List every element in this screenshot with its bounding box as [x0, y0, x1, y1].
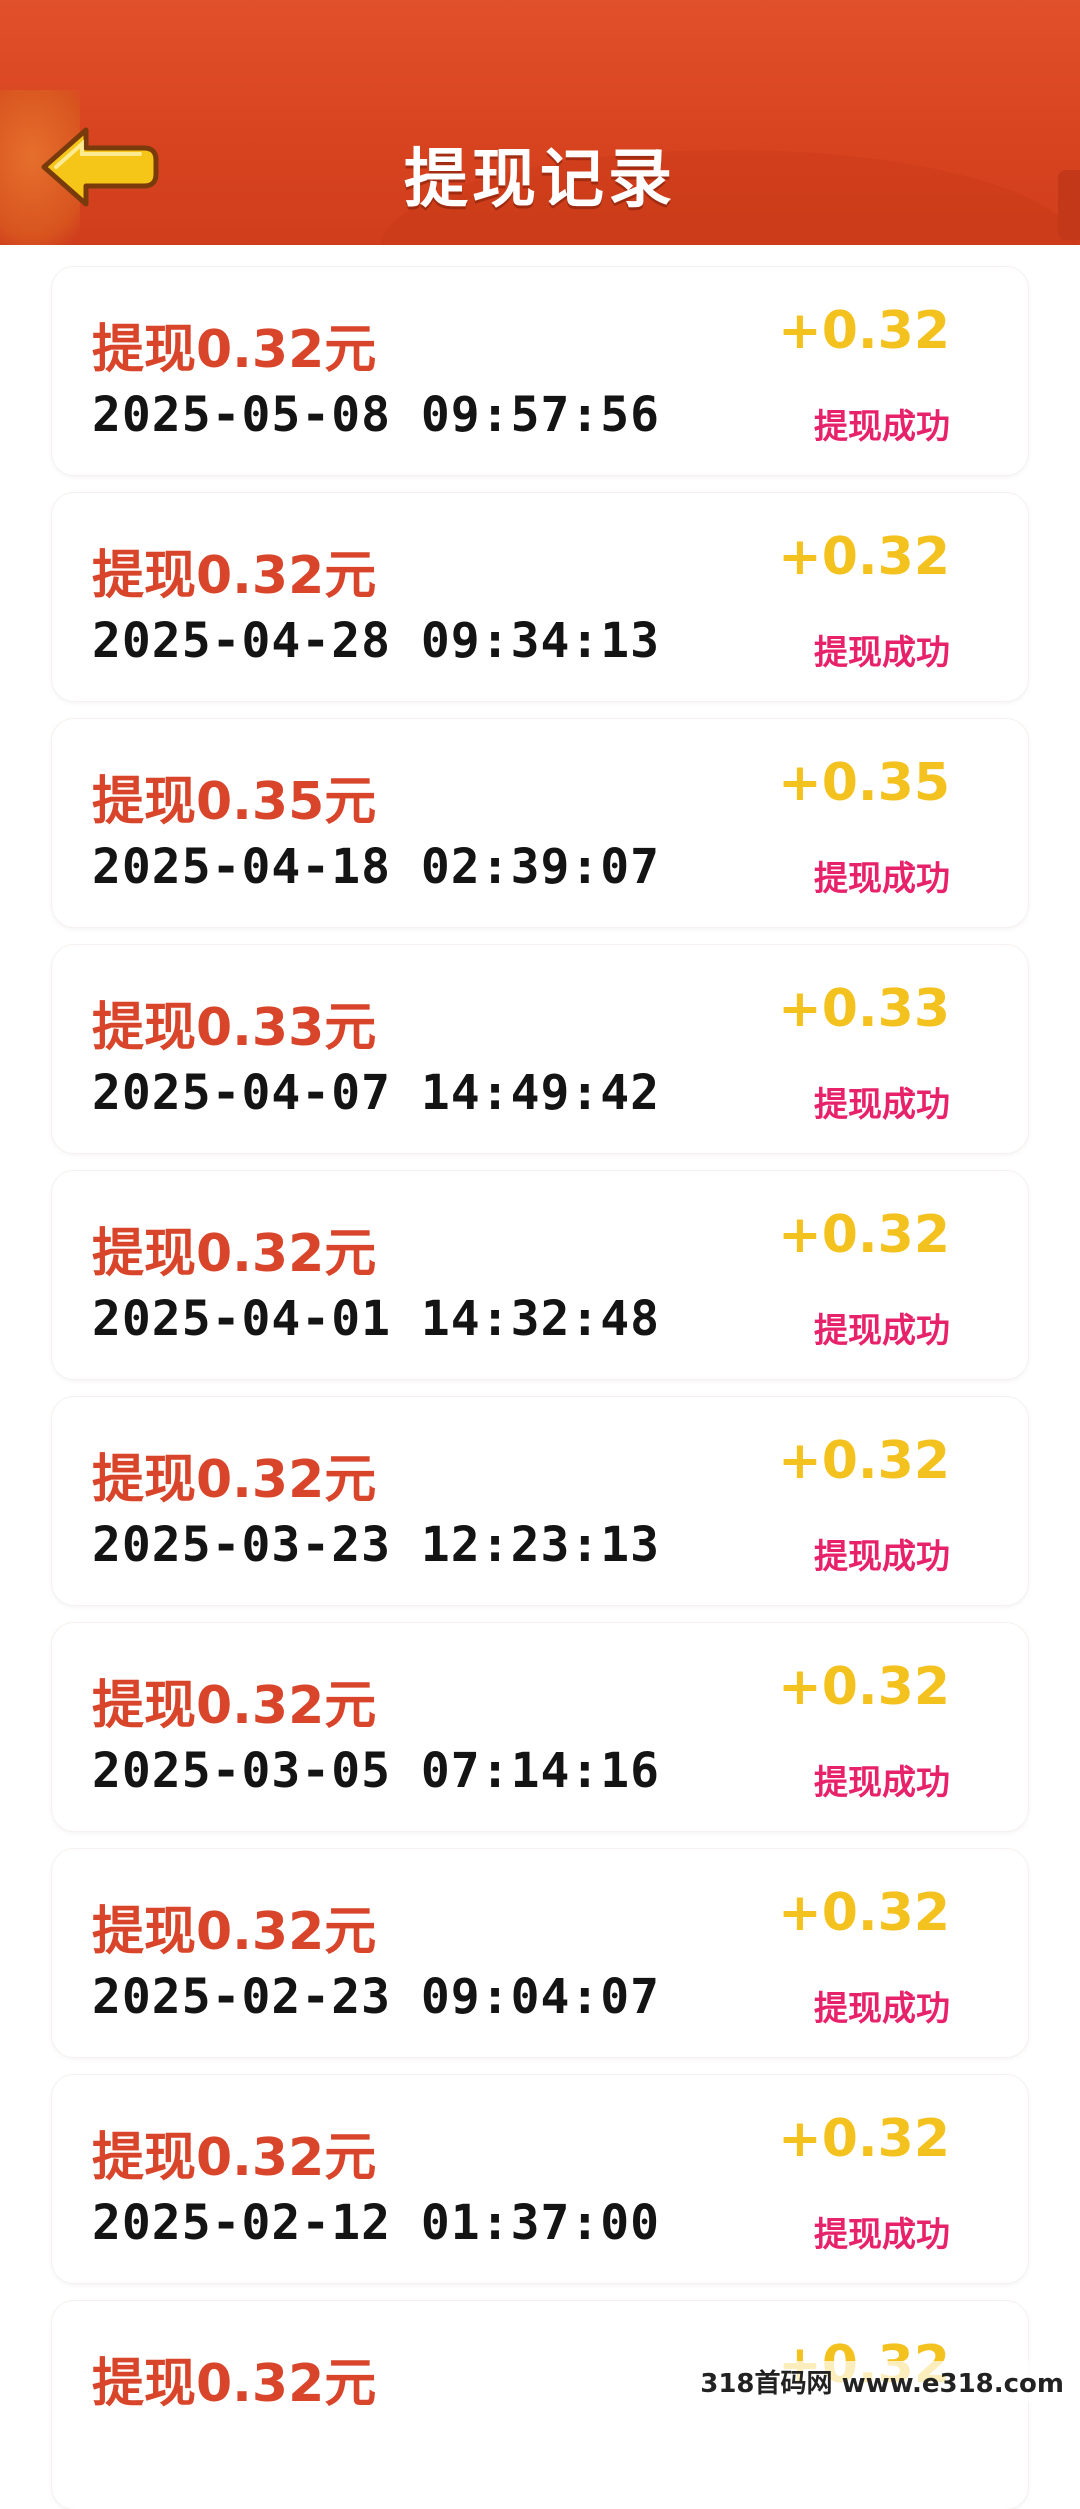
page-title: 提现记录 — [404, 143, 676, 217]
record-amount: +0.32 — [778, 1657, 950, 1717]
record-status: 提现成功 — [814, 859, 950, 899]
record-title: 提现0.35元 — [92, 772, 377, 832]
record-card[interactable]: 提现0.32元 2025-03-23 12:23:13 +0.32 提现成功 — [52, 1397, 1028, 1605]
record-status: 提现成功 — [814, 633, 950, 673]
record-card[interactable]: 提现0.32元 +0.32 — [52, 2301, 1028, 2509]
record-card[interactable]: 提现0.32元 2025-04-28 09:34:13 +0.32 提现成功 — [52, 493, 1028, 701]
record-datetime: 2025-04-07 14:49:42 — [92, 1065, 661, 1121]
record-status: 提现成功 — [814, 1989, 950, 2029]
record-card[interactable]: 提现0.32元 2025-02-12 01:37:00 +0.32 提现成功 — [52, 2075, 1028, 2283]
record-amount: +0.32 — [778, 1205, 950, 1265]
record-amount: +0.35 — [778, 753, 950, 813]
record-title: 提现0.32元 — [92, 320, 377, 380]
record-card[interactable]: 提现0.32元 2025-04-01 14:32:48 +0.32 提现成功 — [52, 1171, 1028, 1379]
record-datetime: 2025-03-05 07:14:16 — [92, 1743, 661, 1799]
record-status: 提现成功 — [814, 2215, 950, 2255]
record-title: 提现0.32元 — [92, 2354, 377, 2414]
record-card[interactable]: 提现0.32元 2025-02-23 09:04:07 +0.32 提现成功 — [52, 1849, 1028, 2057]
record-card[interactable]: 提现0.32元 2025-03-05 07:14:16 +0.32 提现成功 — [52, 1623, 1028, 1831]
record-title: 提现0.33元 — [92, 998, 377, 1058]
record-title: 提现0.32元 — [92, 1450, 377, 1510]
record-title: 提现0.32元 — [92, 1902, 377, 1962]
record-datetime: 2025-03-23 12:23:13 — [92, 1517, 661, 1573]
record-title: 提现0.32元 — [92, 546, 377, 606]
record-card[interactable]: 提现0.33元 2025-04-07 14:49:42 +0.33 提现成功 — [52, 945, 1028, 1153]
record-status: 提现成功 — [814, 407, 950, 447]
record-card[interactable]: 提现0.32元 2025-05-08 09:57:56 +0.32 提现成功 — [52, 267, 1028, 475]
record-status: 提现成功 — [814, 1537, 950, 1577]
watermark: 318首码网 www.e318.com — [694, 2361, 1070, 2402]
record-amount: +0.32 — [778, 1431, 950, 1491]
record-amount: +0.32 — [778, 2109, 950, 2169]
app-header: 提现记录 — [0, 0, 1080, 245]
record-datetime: 2025-02-12 01:37:00 — [92, 2195, 661, 2251]
record-title: 提现0.32元 — [92, 1676, 377, 1736]
record-title: 提现0.32元 — [92, 1224, 377, 1284]
record-card[interactable]: 提现0.35元 2025-04-18 02:39:07 +0.35 提现成功 — [52, 719, 1028, 927]
record-datetime: 2025-04-01 14:32:48 — [92, 1291, 661, 1347]
record-datetime: 2025-04-18 02:39:07 — [92, 839, 661, 895]
record-title: 提现0.32元 — [92, 2128, 377, 2188]
record-amount: +0.32 — [778, 1883, 950, 1943]
record-amount: +0.32 — [778, 301, 950, 361]
record-status: 提现成功 — [814, 1085, 950, 1125]
record-datetime: 2025-02-23 09:04:07 — [92, 1969, 661, 2025]
record-datetime: 2025-05-08 09:57:56 — [92, 387, 661, 443]
record-status: 提现成功 — [814, 1763, 950, 1803]
record-status: 提现成功 — [814, 1311, 950, 1351]
record-amount: +0.32 — [778, 527, 950, 587]
record-amount: +0.33 — [778, 979, 950, 1039]
record-datetime: 2025-04-28 09:34:13 — [92, 613, 661, 669]
